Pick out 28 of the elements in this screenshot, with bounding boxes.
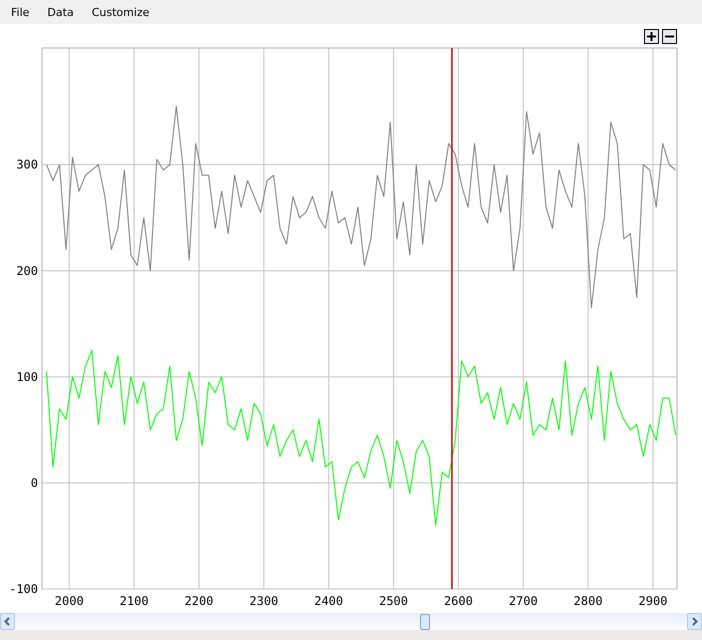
axis-label: 2100 bbox=[120, 594, 149, 608]
axis-label: 100 bbox=[16, 370, 38, 384]
axis-label: 2600 bbox=[444, 594, 473, 608]
scroll-right-button[interactable] bbox=[687, 613, 702, 630]
menu-item[interactable]: Customize bbox=[84, 4, 156, 20]
menu-item[interactable]: Data bbox=[40, 4, 81, 20]
menu-item[interactable]: File bbox=[4, 4, 36, 20]
zoom-in-button[interactable] bbox=[644, 29, 659, 44]
axis-label: 2400 bbox=[314, 594, 344, 608]
axis-label: 2300 bbox=[249, 594, 278, 608]
axis-label: 2800 bbox=[574, 594, 603, 608]
axis-label: 2700 bbox=[508, 594, 538, 608]
scroll-left-button[interactable] bbox=[0, 613, 15, 630]
axis-label: 300 bbox=[16, 158, 38, 172]
axis-label: 2000 bbox=[54, 594, 84, 608]
zoom-out-button[interactable] bbox=[662, 29, 677, 44]
axis-label: 2500 bbox=[379, 594, 408, 608]
chevron-right-icon bbox=[690, 617, 699, 626]
axis-label: 2900 bbox=[638, 594, 668, 608]
scrollbar[interactable] bbox=[0, 613, 702, 630]
axis-label: -100 bbox=[9, 582, 38, 596]
chevron-left-icon bbox=[3, 617, 12, 626]
scrollbar-thumb[interactable] bbox=[420, 614, 430, 630]
axis-label: 2200 bbox=[184, 594, 214, 608]
minus-icon bbox=[665, 35, 674, 38]
plus-icon bbox=[647, 32, 656, 41]
axis-label: 200 bbox=[16, 264, 38, 278]
axis-label: 0 bbox=[30, 476, 38, 490]
